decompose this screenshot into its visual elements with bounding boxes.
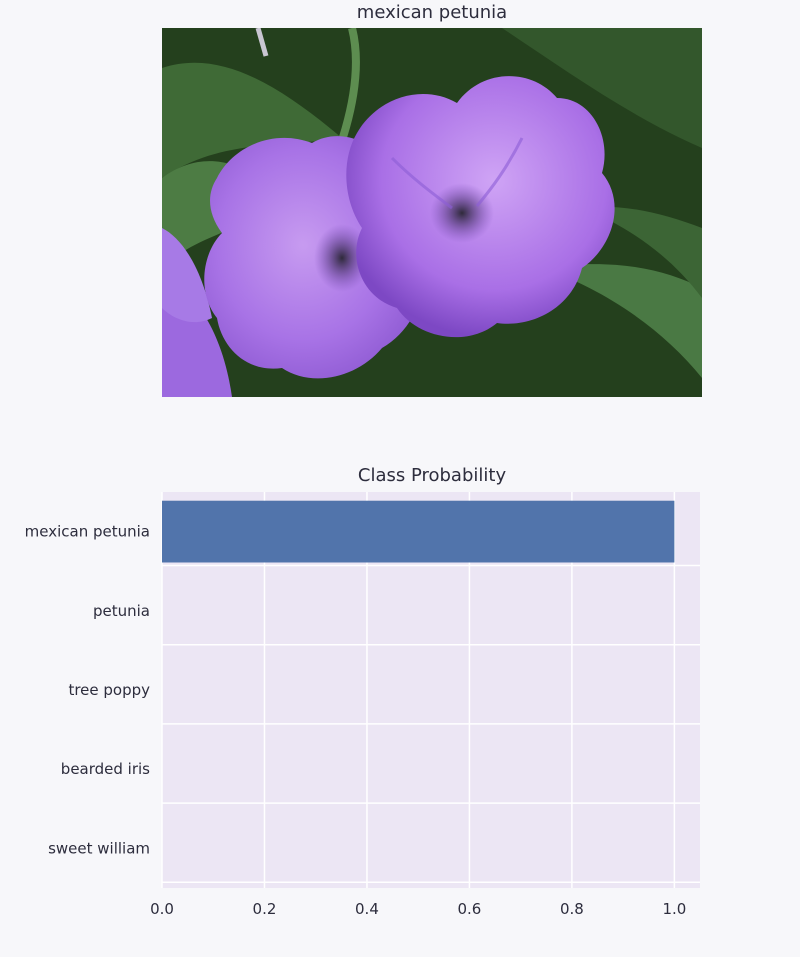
x-tick-label: 1.0 [662,900,686,918]
category-label: petunia [93,602,150,620]
x-axis-ticks: 0.0 0.2 0.4 0.6 0.8 1.0 [150,900,686,918]
probability-bar-chart: mexican petunia petunia tree poppy bearded … [25,492,700,918]
category-label: sweet william [48,839,150,857]
x-tick-label: 0.6 [457,900,481,918]
bars [162,500,675,563]
category-label: mexican petunia [25,523,150,541]
y-axis-labels: mexican petunia petunia tree poppy bearded … [25,523,151,858]
category-label: bearded iris [61,760,150,778]
category-label: tree poppy [68,681,150,699]
x-tick-label: 0.0 [150,900,174,918]
x-tick-label: 0.4 [355,900,379,918]
x-tick-label: 0.8 [560,900,584,918]
bar-mexican-petunia [162,500,675,563]
x-tick-label: 0.2 [253,900,277,918]
